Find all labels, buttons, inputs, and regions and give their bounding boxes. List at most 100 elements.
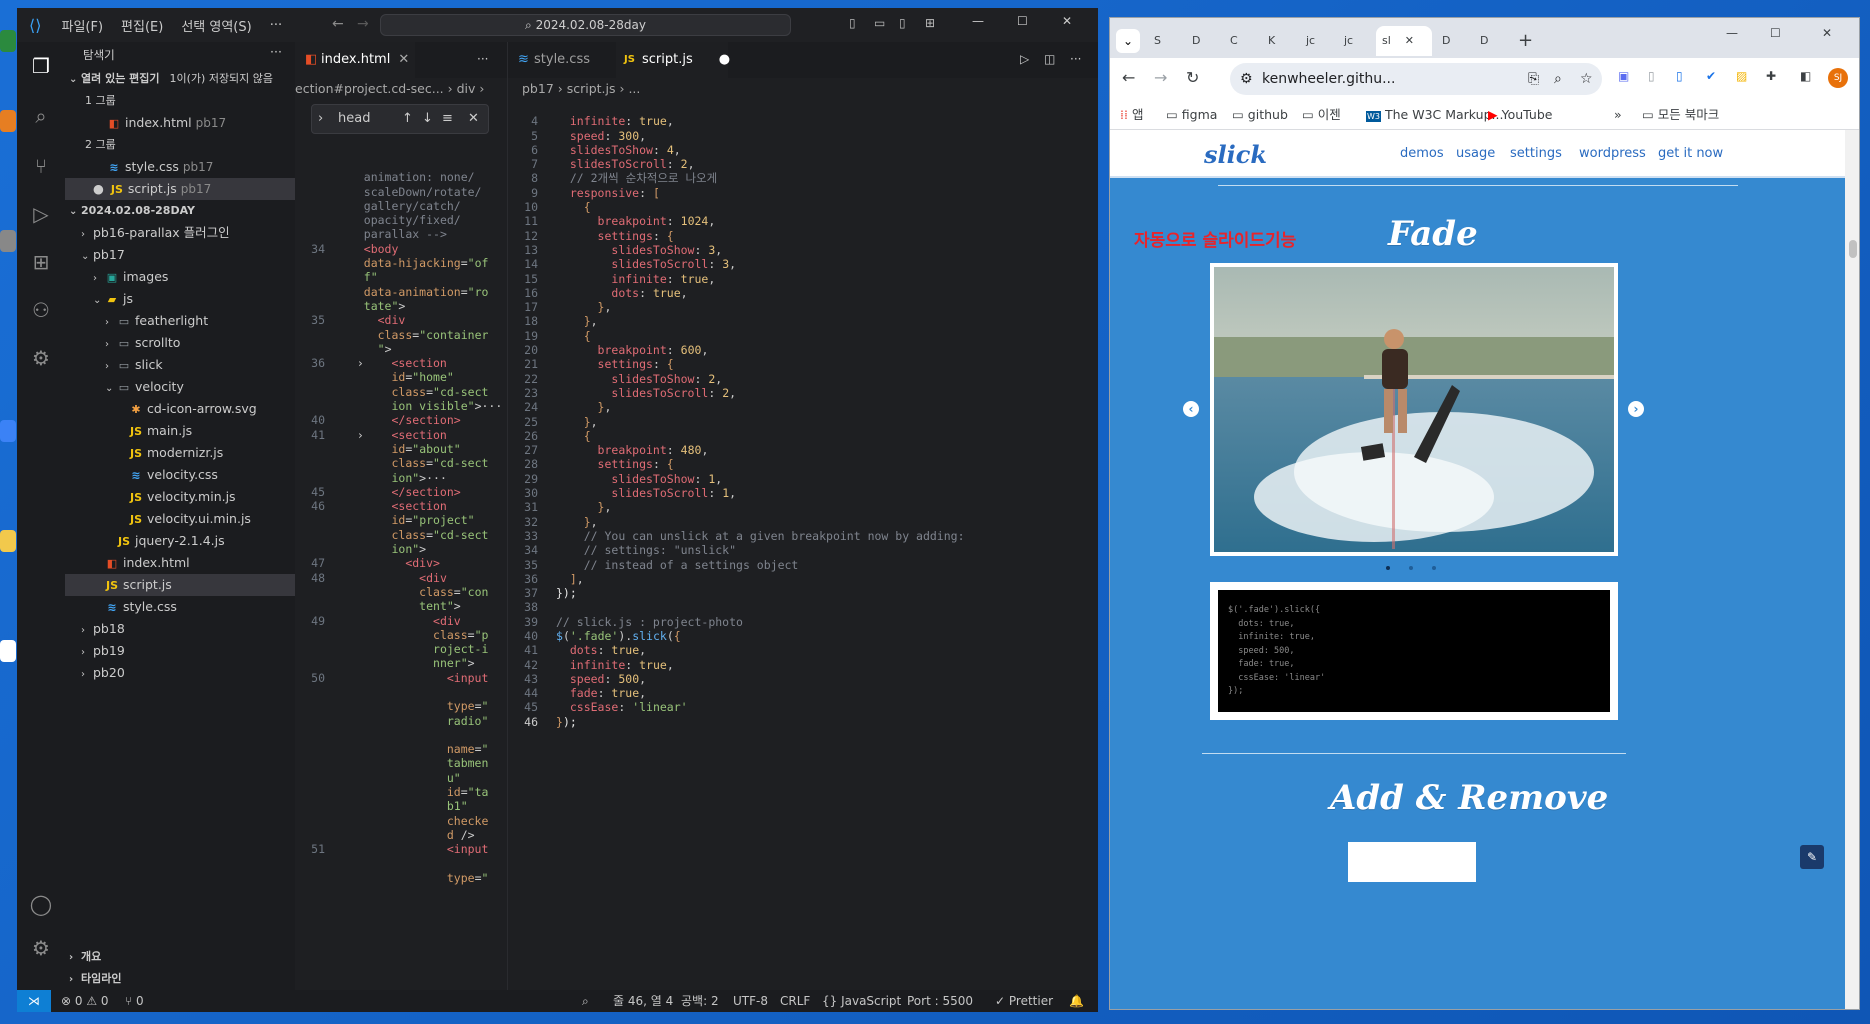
layout-toggle-icon[interactable]: ▯	[849, 16, 856, 30]
tree-file[interactable]: ≋ style.css	[65, 596, 295, 618]
tree-folder[interactable]: › pb16-parallax 플러그인	[65, 222, 295, 244]
status-live-server-port[interactable]: Port : 5500	[907, 990, 973, 1012]
site-logo[interactable]: slick	[1204, 140, 1267, 169]
back-arrow-icon[interactable]: ←	[1122, 68, 1135, 87]
tab-more-icon[interactable]: ···	[477, 52, 488, 66]
minimize-icon[interactable]: —	[972, 14, 984, 28]
new-tab-icon[interactable]: +	[1518, 30, 1533, 51]
carousel-dot-active[interactable]	[1386, 566, 1390, 570]
menu-file[interactable]: 파일(F)	[61, 16, 103, 35]
explorer-icon[interactable]: ❐	[29, 54, 53, 78]
next-arrow-icon[interactable]: ›	[1628, 401, 1644, 417]
panel-toggle-icon[interactable]: ▭	[874, 16, 885, 30]
status-language[interactable]: {} JavaScript	[822, 990, 901, 1012]
split-editor-icon[interactable]: ◫	[1044, 52, 1055, 66]
open-editor-item[interactable]: ● JS script.js pb17	[65, 178, 295, 200]
tree-file[interactable]: ≋ velocity.css	[65, 464, 295, 486]
browser-tab[interactable]: jc	[1300, 26, 1338, 56]
find-input-text[interactable]: head	[338, 105, 370, 133]
status-problems[interactable]: ⊗ 0 ⚠ 0	[61, 990, 109, 1012]
tab-close-icon[interactable]: ✕	[1405, 34, 1414, 47]
unsaved-dot-icon[interactable]: ●	[719, 52, 730, 67]
extensions-icon[interactable]: ⊞	[29, 250, 53, 274]
bookmark-link[interactable]: ▶ YouTube	[1488, 100, 1552, 130]
status-position[interactable]: 줄 46, 열 4	[613, 990, 673, 1012]
remote-icon[interactable]: ⚙	[29, 346, 53, 370]
tree-file[interactable]: JS modernizr.js	[65, 442, 295, 464]
zoom-icon[interactable]: ⌕	[582, 990, 589, 1012]
find-prev-icon[interactable]: ↑	[402, 105, 413, 133]
sidebar-toggle-icon[interactable]: ▯	[899, 16, 906, 30]
site-info-icon[interactable]: ⚙	[1240, 63, 1253, 95]
notifications-bell-icon[interactable]: 🔔	[1069, 990, 1084, 1012]
tree-folder[interactable]: › ▭ scrollto	[65, 332, 295, 354]
browser-tab[interactable]: D	[1474, 26, 1512, 56]
remote-indicator-icon[interactable]: ⋊	[17, 990, 51, 1012]
forward-arrow-icon[interactable]: →	[357, 16, 369, 32]
tree-folder[interactable]: › ▭ slick	[65, 354, 295, 376]
tree-file[interactable]: JS velocity.min.js	[65, 486, 295, 508]
desktop-app-icon[interactable]	[0, 640, 16, 662]
edit-pen-icon[interactable]: ✎	[1800, 845, 1824, 869]
browser-tab[interactable]: D	[1186, 26, 1224, 56]
settings-gear-icon[interactable]: ⚙	[29, 936, 53, 960]
search-icon[interactable]: ⌕	[29, 104, 53, 128]
run-debug-icon[interactable]: ▷	[29, 202, 53, 226]
find-close-icon[interactable]: ✕	[468, 105, 479, 133]
tree-file[interactable]: JS main.js	[65, 420, 295, 442]
account-icon[interactable]: ◯	[29, 892, 53, 916]
extension-icon[interactable]: ✔	[1706, 69, 1716, 83]
forward-arrow-icon[interactable]: →	[1154, 68, 1167, 87]
outline-header[interactable]: › 개요	[65, 946, 295, 968]
run-icon[interactable]: ▷	[1020, 52, 1029, 66]
maximize-icon[interactable]: ☐	[1017, 14, 1028, 28]
desktop-app-icon[interactable]	[0, 420, 16, 442]
bookmark-star-icon[interactable]: ☆	[1580, 63, 1593, 95]
tree-folder[interactable]: › pb19	[65, 640, 295, 662]
open-editors-header[interactable]: ⌄ 열려 있는 편집기 1이(가) 저장되지 않음	[65, 68, 295, 90]
breadcrumb[interactable]: ection#project.cd-sec... › div ›	[295, 78, 507, 100]
scrollbar-thumb[interactable]	[1849, 240, 1857, 258]
tree-file[interactable]: ✱ cd-icon-arrow.svg	[65, 398, 295, 420]
menu-more[interactable]: ···	[270, 18, 282, 33]
customize-layout-icon[interactable]: ⊞	[925, 16, 935, 30]
close-icon[interactable]: ✕	[1062, 14, 1072, 28]
tree-folder[interactable]: ⌄ ▭ velocity	[65, 376, 295, 398]
find-widget[interactable]: › head ↑ ↓ ≡ ✕	[311, 104, 489, 134]
tree-file[interactable]: JS jquery-2.1.4.js	[65, 530, 295, 552]
extensions-puzzle-icon[interactable]: ✚	[1766, 69, 1776, 83]
browser-tab-active[interactable]: sl ✕	[1376, 26, 1432, 56]
tab-more-icon[interactable]: ···	[1070, 52, 1081, 66]
open-editor-item[interactable]: ◧ index.html pb17	[65, 112, 295, 134]
extension-icon[interactable]: ▨	[1736, 69, 1747, 83]
bookmark-folder[interactable]: ▭ figma	[1166, 100, 1217, 130]
status-encoding[interactable]: UTF-8	[733, 990, 768, 1012]
explorer-more-icon[interactable]: ···	[270, 44, 282, 59]
browser-tab[interactable]: D	[1436, 26, 1474, 56]
status-ports[interactable]: ⑂ 0	[125, 990, 144, 1012]
nav-demos[interactable]: demos	[1400, 146, 1444, 161]
browser-tab[interactable]: K	[1262, 26, 1300, 56]
bookmark-link[interactable]: W3 The W3C Markup...	[1366, 100, 1503, 130]
workspace-header[interactable]: ⌄ 2024.02.08-28DAY	[65, 200, 295, 222]
find-toggle-icon[interactable]: ›	[318, 105, 323, 133]
tab-script-js[interactable]: JS script.js ●	[616, 42, 730, 78]
open-editor-item[interactable]: ≋ style.css pb17	[65, 156, 295, 178]
carousel-dot[interactable]	[1432, 566, 1436, 570]
side-panel-icon[interactable]: ◧	[1800, 69, 1811, 83]
status-eol[interactable]: CRLF	[780, 990, 810, 1012]
status-prettier[interactable]: ✓ Prettier	[995, 990, 1053, 1012]
tree-folder[interactable]: › pb18	[65, 618, 295, 640]
find-next-icon[interactable]: ↓	[422, 105, 433, 133]
zoom-icon[interactable]: ⌕	[1554, 63, 1562, 95]
tab-style-css[interactable]: ≋ style.css	[508, 42, 616, 78]
close-icon[interactable]: ✕	[1822, 26, 1832, 40]
find-select-icon[interactable]: ≡	[442, 105, 453, 133]
tab-search-icon[interactable]: ⌄	[1116, 29, 1140, 53]
nav-settings[interactable]: settings	[1510, 146, 1562, 161]
extension-icon[interactable]: ▣	[1618, 69, 1629, 83]
bookmark-apps[interactable]: ⁞⁞ 앱	[1120, 100, 1143, 130]
maximize-icon[interactable]: ☐	[1770, 26, 1781, 40]
bookmark-folder[interactable]: ▭ 이젠	[1302, 100, 1341, 130]
translate-icon[interactable]: ⎘	[1528, 63, 1539, 95]
